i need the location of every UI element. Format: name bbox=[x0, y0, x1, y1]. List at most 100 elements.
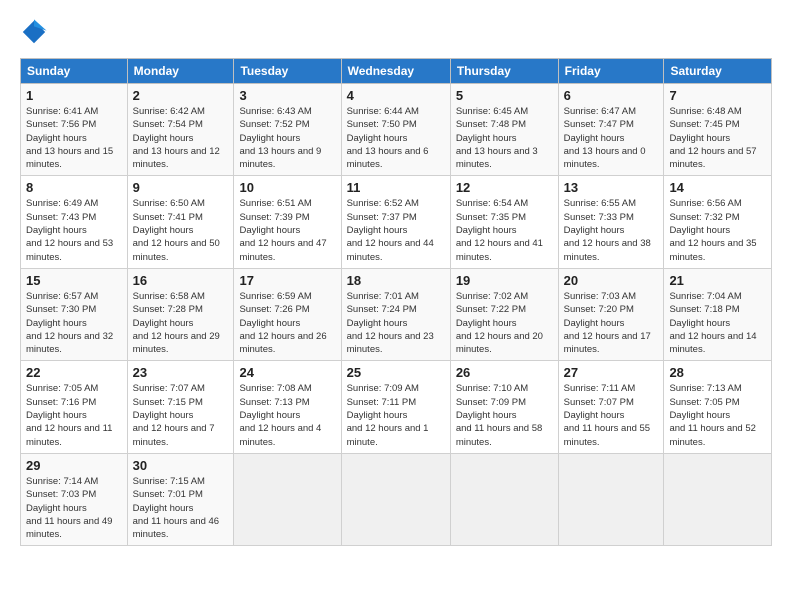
day-number: 21 bbox=[669, 273, 766, 288]
header-row: SundayMondayTuesdayWednesdayThursdayFrid… bbox=[21, 59, 772, 84]
day-number: 20 bbox=[564, 273, 659, 288]
calendar-cell: 29 Sunrise: 7:14 AMSunset: 7:03 PMDaylig… bbox=[21, 453, 128, 545]
page: SundayMondayTuesdayWednesdayThursdayFrid… bbox=[0, 0, 792, 556]
day-number: 1 bbox=[26, 88, 122, 103]
day-detail: Sunrise: 6:50 AMSunset: 7:41 PMDaylight … bbox=[133, 198, 220, 262]
day-number: 7 bbox=[669, 88, 766, 103]
day-detail: Sunrise: 7:14 AMSunset: 7:03 PMDaylight … bbox=[26, 476, 112, 540]
day-detail: Sunrise: 7:02 AMSunset: 7:22 PMDaylight … bbox=[456, 291, 543, 355]
logo bbox=[20, 18, 52, 46]
day-detail: Sunrise: 7:11 AMSunset: 7:07 PMDaylight … bbox=[564, 383, 650, 447]
calendar-week-1: 8 Sunrise: 6:49 AMSunset: 7:43 PMDayligh… bbox=[21, 176, 772, 268]
day-detail: Sunrise: 7:08 AMSunset: 7:13 PMDaylight … bbox=[239, 383, 321, 447]
calendar-cell: 10 Sunrise: 6:51 AMSunset: 7:39 PMDaylig… bbox=[234, 176, 341, 268]
calendar-cell: 7 Sunrise: 6:48 AMSunset: 7:45 PMDayligh… bbox=[664, 84, 772, 176]
day-number: 18 bbox=[347, 273, 445, 288]
calendar-week-0: 1 Sunrise: 6:41 AMSunset: 7:56 PMDayligh… bbox=[21, 84, 772, 176]
calendar-cell: 22 Sunrise: 7:05 AMSunset: 7:16 PMDaylig… bbox=[21, 361, 128, 453]
col-header-tuesday: Tuesday bbox=[234, 59, 341, 84]
day-detail: Sunrise: 6:41 AMSunset: 7:56 PMDaylight … bbox=[26, 106, 113, 170]
day-number: 5 bbox=[456, 88, 553, 103]
calendar-cell: 5 Sunrise: 6:45 AMSunset: 7:48 PMDayligh… bbox=[450, 84, 558, 176]
col-header-saturday: Saturday bbox=[664, 59, 772, 84]
day-number: 26 bbox=[456, 365, 553, 380]
day-detail: Sunrise: 7:03 AMSunset: 7:20 PMDaylight … bbox=[564, 291, 651, 355]
calendar-cell: 1 Sunrise: 6:41 AMSunset: 7:56 PMDayligh… bbox=[21, 84, 128, 176]
calendar-cell: 8 Sunrise: 6:49 AMSunset: 7:43 PMDayligh… bbox=[21, 176, 128, 268]
calendar-cell: 3 Sunrise: 6:43 AMSunset: 7:52 PMDayligh… bbox=[234, 84, 341, 176]
calendar-cell: 19 Sunrise: 7:02 AMSunset: 7:22 PMDaylig… bbox=[450, 268, 558, 360]
calendar-cell: 23 Sunrise: 7:07 AMSunset: 7:15 PMDaylig… bbox=[127, 361, 234, 453]
day-detail: Sunrise: 6:57 AMSunset: 7:30 PMDaylight … bbox=[26, 291, 113, 355]
calendar-week-4: 29 Sunrise: 7:14 AMSunset: 7:03 PMDaylig… bbox=[21, 453, 772, 545]
day-detail: Sunrise: 6:58 AMSunset: 7:28 PMDaylight … bbox=[133, 291, 220, 355]
day-detail: Sunrise: 6:44 AMSunset: 7:50 PMDaylight … bbox=[347, 106, 429, 170]
day-number: 6 bbox=[564, 88, 659, 103]
day-number: 9 bbox=[133, 180, 229, 195]
calendar-cell: 21 Sunrise: 7:04 AMSunset: 7:18 PMDaylig… bbox=[664, 268, 772, 360]
day-detail: Sunrise: 6:42 AMSunset: 7:54 PMDaylight … bbox=[133, 106, 220, 170]
calendar-cell: 30 Sunrise: 7:15 AMSunset: 7:01 PMDaylig… bbox=[127, 453, 234, 545]
calendar-cell: 2 Sunrise: 6:42 AMSunset: 7:54 PMDayligh… bbox=[127, 84, 234, 176]
col-header-thursday: Thursday bbox=[450, 59, 558, 84]
day-detail: Sunrise: 7:15 AMSunset: 7:01 PMDaylight … bbox=[133, 476, 219, 540]
day-detail: Sunrise: 7:13 AMSunset: 7:05 PMDaylight … bbox=[669, 383, 755, 447]
day-number: 29 bbox=[26, 458, 122, 473]
day-detail: Sunrise: 6:51 AMSunset: 7:39 PMDaylight … bbox=[239, 198, 326, 262]
calendar-cell: 28 Sunrise: 7:13 AMSunset: 7:05 PMDaylig… bbox=[664, 361, 772, 453]
day-number: 2 bbox=[133, 88, 229, 103]
day-number: 10 bbox=[239, 180, 335, 195]
day-detail: Sunrise: 7:04 AMSunset: 7:18 PMDaylight … bbox=[669, 291, 756, 355]
calendar-cell: 25 Sunrise: 7:09 AMSunset: 7:11 PMDaylig… bbox=[341, 361, 450, 453]
calendar-cell: 15 Sunrise: 6:57 AMSunset: 7:30 PMDaylig… bbox=[21, 268, 128, 360]
day-detail: Sunrise: 6:54 AMSunset: 7:35 PMDaylight … bbox=[456, 198, 543, 262]
day-detail: Sunrise: 6:52 AMSunset: 7:37 PMDaylight … bbox=[347, 198, 434, 262]
calendar-cell: 17 Sunrise: 6:59 AMSunset: 7:26 PMDaylig… bbox=[234, 268, 341, 360]
calendar-cell: 24 Sunrise: 7:08 AMSunset: 7:13 PMDaylig… bbox=[234, 361, 341, 453]
col-header-wednesday: Wednesday bbox=[341, 59, 450, 84]
day-detail: Sunrise: 7:05 AMSunset: 7:16 PMDaylight … bbox=[26, 383, 112, 447]
calendar-cell: 26 Sunrise: 7:10 AMSunset: 7:09 PMDaylig… bbox=[450, 361, 558, 453]
day-number: 19 bbox=[456, 273, 553, 288]
calendar-cell: 11 Sunrise: 6:52 AMSunset: 7:37 PMDaylig… bbox=[341, 176, 450, 268]
logo-icon bbox=[20, 18, 48, 46]
day-number: 30 bbox=[133, 458, 229, 473]
day-detail: Sunrise: 6:47 AMSunset: 7:47 PMDaylight … bbox=[564, 106, 646, 170]
day-detail: Sunrise: 6:48 AMSunset: 7:45 PMDaylight … bbox=[669, 106, 756, 170]
calendar-cell bbox=[450, 453, 558, 545]
calendar-week-3: 22 Sunrise: 7:05 AMSunset: 7:16 PMDaylig… bbox=[21, 361, 772, 453]
day-detail: Sunrise: 7:07 AMSunset: 7:15 PMDaylight … bbox=[133, 383, 215, 447]
day-number: 8 bbox=[26, 180, 122, 195]
calendar-cell bbox=[664, 453, 772, 545]
calendar-cell: 27 Sunrise: 7:11 AMSunset: 7:07 PMDaylig… bbox=[558, 361, 664, 453]
day-detail: Sunrise: 7:09 AMSunset: 7:11 PMDaylight … bbox=[347, 383, 429, 447]
day-number: 17 bbox=[239, 273, 335, 288]
day-detail: Sunrise: 7:10 AMSunset: 7:09 PMDaylight … bbox=[456, 383, 542, 447]
calendar-week-2: 15 Sunrise: 6:57 AMSunset: 7:30 PMDaylig… bbox=[21, 268, 772, 360]
day-number: 16 bbox=[133, 273, 229, 288]
day-number: 4 bbox=[347, 88, 445, 103]
day-detail: Sunrise: 6:59 AMSunset: 7:26 PMDaylight … bbox=[239, 291, 326, 355]
calendar-cell: 20 Sunrise: 7:03 AMSunset: 7:20 PMDaylig… bbox=[558, 268, 664, 360]
day-number: 14 bbox=[669, 180, 766, 195]
calendar-cell bbox=[234, 453, 341, 545]
col-header-sunday: Sunday bbox=[21, 59, 128, 84]
calendar-cell: 12 Sunrise: 6:54 AMSunset: 7:35 PMDaylig… bbox=[450, 176, 558, 268]
calendar-cell bbox=[341, 453, 450, 545]
day-detail: Sunrise: 6:55 AMSunset: 7:33 PMDaylight … bbox=[564, 198, 651, 262]
day-detail: Sunrise: 6:56 AMSunset: 7:32 PMDaylight … bbox=[669, 198, 756, 262]
calendar-cell: 6 Sunrise: 6:47 AMSunset: 7:47 PMDayligh… bbox=[558, 84, 664, 176]
day-number: 24 bbox=[239, 365, 335, 380]
col-header-monday: Monday bbox=[127, 59, 234, 84]
day-detail: Sunrise: 6:43 AMSunset: 7:52 PMDaylight … bbox=[239, 106, 321, 170]
day-number: 27 bbox=[564, 365, 659, 380]
day-number: 25 bbox=[347, 365, 445, 380]
day-number: 12 bbox=[456, 180, 553, 195]
calendar-cell: 14 Sunrise: 6:56 AMSunset: 7:32 PMDaylig… bbox=[664, 176, 772, 268]
day-detail: Sunrise: 6:45 AMSunset: 7:48 PMDaylight … bbox=[456, 106, 538, 170]
col-header-friday: Friday bbox=[558, 59, 664, 84]
calendar-cell: 16 Sunrise: 6:58 AMSunset: 7:28 PMDaylig… bbox=[127, 268, 234, 360]
day-number: 15 bbox=[26, 273, 122, 288]
calendar-cell: 4 Sunrise: 6:44 AMSunset: 7:50 PMDayligh… bbox=[341, 84, 450, 176]
day-number: 3 bbox=[239, 88, 335, 103]
